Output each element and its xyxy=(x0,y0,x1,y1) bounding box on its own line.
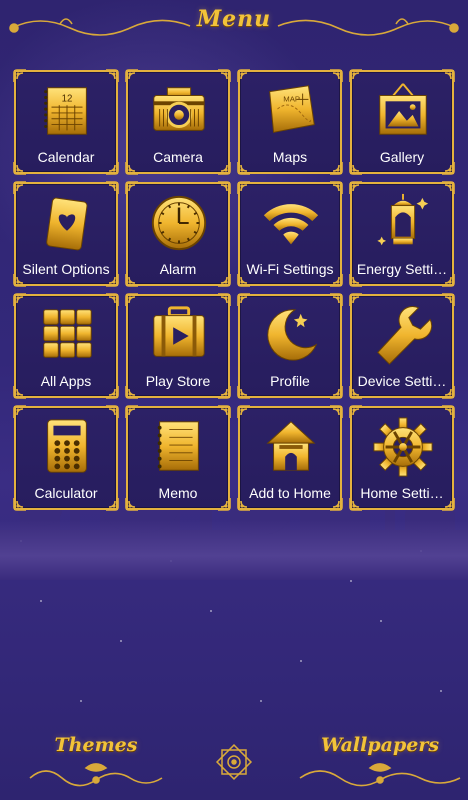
app-label: Maps xyxy=(272,149,308,165)
app-label: Memo xyxy=(158,485,198,501)
corner-ornament xyxy=(125,293,138,306)
app-tile-profile[interactable]: Profile xyxy=(237,293,343,399)
crescent-star-icon xyxy=(267,309,318,361)
corner-ornament xyxy=(442,293,455,306)
corner-ornament xyxy=(218,181,231,194)
calculator-icon xyxy=(47,419,87,473)
corner-ornament xyxy=(237,69,250,82)
house-icon xyxy=(266,421,316,471)
corner-ornament xyxy=(442,69,455,82)
app-tile-play-store[interactable]: Play Store xyxy=(125,293,231,399)
clock-icon xyxy=(151,195,207,251)
app-tile-home-setti[interactable]: Home Setti… xyxy=(349,405,455,511)
app-grid: 12 Calendar Camera MAP Maps Gallery Sile… xyxy=(13,69,460,514)
corner-ornament xyxy=(442,405,455,418)
corner-ornament xyxy=(218,69,231,82)
corner-ornament xyxy=(125,181,138,194)
wallpapers-flourish-icon xyxy=(299,763,461,787)
svg-text:12: 12 xyxy=(62,93,73,104)
corner-ornament xyxy=(13,69,26,82)
themes-button[interactable]: Themes xyxy=(26,730,166,790)
heart-card-icon xyxy=(46,197,88,251)
app-label: Alarm xyxy=(159,261,197,277)
medallion-icon xyxy=(215,743,253,781)
corner-ornament xyxy=(106,181,119,194)
wrench-icon xyxy=(377,306,433,365)
corner-ornament xyxy=(237,293,250,306)
app-label: All Apps xyxy=(40,373,92,389)
corner-ornament xyxy=(218,293,231,306)
app-tile-device-setti[interactable]: Device Setti… xyxy=(349,293,455,399)
app-tile-gallery[interactable]: Gallery xyxy=(349,69,455,175)
play-store-icon xyxy=(153,306,205,357)
mist xyxy=(0,520,468,580)
corner-ornament xyxy=(125,405,138,418)
themes-label: Themes xyxy=(54,734,138,756)
app-label: Home Setti… xyxy=(360,485,444,501)
corner-ornament xyxy=(330,69,343,82)
wallpapers-button[interactable]: Wallpapers xyxy=(296,730,464,790)
themes-flourish-icon xyxy=(29,763,163,787)
app-tile-calendar[interactable]: 12 Calendar xyxy=(13,69,119,175)
app-label: Camera xyxy=(153,149,203,165)
app-label: Silent Options xyxy=(22,261,110,277)
notepad-icon xyxy=(157,421,199,471)
app-label: Gallery xyxy=(379,149,425,165)
corner-ornament xyxy=(125,69,138,82)
svg-text:MAP: MAP xyxy=(283,94,300,103)
app-tile-energy-setti[interactable]: Energy Setti… xyxy=(349,181,455,287)
corner-ornament xyxy=(330,181,343,194)
corner-ornament xyxy=(349,181,362,194)
app-tile-silent-options[interactable]: Silent Options xyxy=(13,181,119,287)
app-tile-calculator[interactable]: Calculator xyxy=(13,405,119,511)
corner-ornament xyxy=(442,181,455,194)
lantern-icon xyxy=(377,193,429,246)
gear-icon xyxy=(373,417,433,477)
app-label: Calculator xyxy=(34,485,98,501)
app-tile-wi-fi-settings[interactable]: Wi-Fi Settings xyxy=(237,181,343,287)
wallpapers-label: Wallpapers xyxy=(320,734,440,756)
app-label: Wi-Fi Settings xyxy=(246,261,334,277)
map-icon: MAP xyxy=(269,85,315,133)
corner-ornament xyxy=(218,405,231,418)
corner-ornament xyxy=(13,405,26,418)
corner-ornament xyxy=(13,293,26,306)
corner-ornament xyxy=(106,405,119,418)
corner-ornament xyxy=(349,293,362,306)
corner-ornament xyxy=(237,405,250,418)
picture-frame-icon xyxy=(379,83,427,135)
wifi-icon xyxy=(263,204,319,245)
app-tile-all-apps[interactable]: All Apps xyxy=(13,293,119,399)
corner-ornament xyxy=(106,69,119,82)
app-label: Add to Home xyxy=(249,485,331,501)
app-tile-alarm[interactable]: Alarm xyxy=(125,181,231,287)
app-label: Calendar xyxy=(37,149,95,165)
app-tile-memo[interactable]: Memo xyxy=(125,405,231,511)
app-label: Device Setti… xyxy=(357,373,447,389)
calendar-icon: 12 xyxy=(44,87,87,135)
app-label: Energy Setti… xyxy=(356,261,448,277)
menu-title: Menu xyxy=(196,6,272,32)
corner-ornament xyxy=(349,405,362,418)
app-grid-icon xyxy=(43,309,92,358)
camera-icon xyxy=(153,87,205,131)
menu-header: Menu xyxy=(0,0,468,50)
app-tile-maps[interactable]: MAP Maps xyxy=(237,69,343,175)
app-tile-add-to-home[interactable]: Add to Home xyxy=(237,405,343,511)
app-tile-camera[interactable]: Camera xyxy=(125,69,231,175)
home-screen: Menu 12 Calendar Camera MAP Maps Gallery… xyxy=(0,0,468,800)
corner-ornament xyxy=(330,293,343,306)
app-label: Profile xyxy=(270,373,310,389)
corner-ornament xyxy=(330,405,343,418)
corner-ornament xyxy=(349,69,362,82)
corner-ornament xyxy=(13,181,26,194)
corner-ornament xyxy=(106,293,119,306)
app-label: Play Store xyxy=(145,373,211,389)
corner-ornament xyxy=(237,181,250,194)
